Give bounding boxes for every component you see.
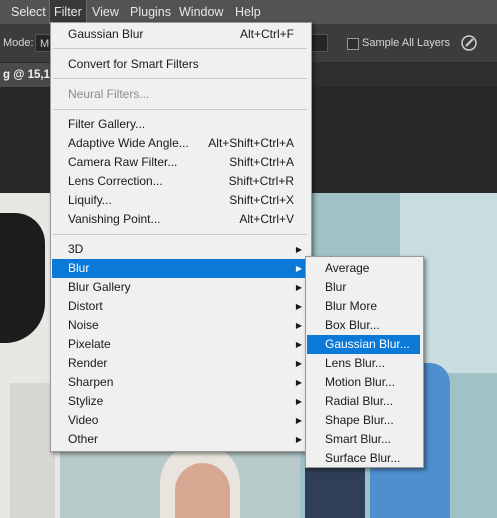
menu-item-gaussian-blur[interactable]: Gaussian Blur... — [307, 335, 420, 354]
submenu-arrow-icon: ▶ — [295, 378, 302, 387]
menu-item-lens-blur[interactable]: Lens Blur... — [307, 354, 420, 373]
menu-filter[interactable]: Filter — [49, 0, 87, 25]
menu-item-noise[interactable]: Noise ▶ — [52, 316, 308, 335]
menu-item-stylize[interactable]: Stylize ▶ — [52, 392, 308, 411]
menu-separator — [53, 78, 307, 79]
menu-separator — [53, 109, 307, 110]
menu-item-vanishing-point[interactable]: Vanishing Point... Alt+Ctrl+V — [52, 210, 308, 229]
menu-item-video[interactable]: Video ▶ — [52, 411, 308, 430]
menu-item-camera-raw-filter[interactable]: Camera Raw Filter... Shift+Ctrl+A — [52, 153, 308, 172]
menu-item-surface-blur[interactable]: Surface Blur... — [307, 449, 420, 468]
menu-help[interactable]: Help — [231, 0, 265, 24]
menu-item-sharpen[interactable]: Sharpen ▶ — [52, 373, 308, 392]
menu-item-box-blur[interactable]: Box Blur... — [307, 316, 420, 335]
menu-item-blur-simple[interactable]: Blur — [307, 278, 420, 297]
menu-item-pixelate[interactable]: Pixelate ▶ — [52, 335, 308, 354]
submenu-arrow-icon: ▶ — [295, 245, 302, 254]
menu-item-lens-correction[interactable]: Lens Correction... Shift+Ctrl+R — [52, 172, 308, 191]
menu-item-3d[interactable]: 3D ▶ — [52, 240, 308, 259]
menu-item-gaussian-blur-last[interactable]: Gaussian Blur Alt+Ctrl+F — [52, 25, 308, 44]
submenu-arrow-icon: ▶ — [295, 321, 302, 330]
submenu-arrow-icon: ▶ — [295, 435, 302, 444]
menu-item-filter-gallery[interactable]: Filter Gallery... — [52, 115, 308, 134]
document-tab[interactable]: g @ 15,1% — [0, 63, 52, 87]
menu-item-blur-gallery[interactable]: Blur Gallery ▶ — [52, 278, 308, 297]
submenu-arrow-icon: ▶ — [295, 340, 302, 349]
menu-plugins[interactable]: Plugins — [126, 0, 175, 24]
menu-separator — [53, 234, 307, 235]
menu-item-shape-blur[interactable]: Shape Blur... — [307, 411, 420, 430]
mode-label: Mode: — [3, 37, 34, 49]
menu-separator — [53, 48, 307, 49]
submenu-arrow-icon: ▶ — [295, 416, 302, 425]
submenu-arrow-icon: ▶ — [295, 302, 302, 311]
submenu-arrow-icon: ▶ — [295, 397, 302, 406]
menu-item-blur[interactable]: Blur ▶ — [52, 259, 308, 278]
menu-bar: Select Filter View Plugins Window Help — [0, 0, 497, 25]
menu-item-render[interactable]: Render ▶ — [52, 354, 308, 373]
menu-window[interactable]: Window — [175, 0, 227, 24]
menu-item-average[interactable]: Average — [307, 259, 420, 278]
submenu-arrow-icon: ▶ — [295, 359, 302, 368]
menu-item-blur-more[interactable]: Blur More — [307, 297, 420, 316]
blur-submenu: Average Blur Blur More Box Blur... Gauss… — [305, 256, 424, 468]
menu-item-motion-blur[interactable]: Motion Blur... — [307, 373, 420, 392]
sample-all-layers-checkbox[interactable] — [347, 38, 359, 50]
menu-item-liquify[interactable]: Liquify... Shift+Ctrl+X — [52, 191, 308, 210]
sample-all-layers-label: Sample All Layers — [362, 37, 451, 49]
menu-item-smart-blur[interactable]: Smart Blur... — [307, 430, 420, 449]
brush-settings-icon[interactable] — [460, 34, 478, 52]
menu-item-radial-blur[interactable]: Radial Blur... — [307, 392, 420, 411]
menu-item-other[interactable]: Other ▶ — [52, 430, 308, 449]
submenu-arrow-icon: ▶ — [295, 283, 302, 292]
filter-menu: Gaussian Blur Alt+Ctrl+F Convert for Sma… — [50, 22, 312, 452]
menu-item-adaptive-wide-angle[interactable]: Adaptive Wide Angle... Alt+Shift+Ctrl+A — [52, 134, 308, 153]
menu-select[interactable]: Select — [7, 0, 50, 24]
menu-item-neural-filters: Neural Filters... — [68, 87, 150, 101]
submenu-arrow-icon: ▶ — [295, 264, 302, 273]
menu-view[interactable]: View — [88, 0, 123, 24]
menu-item-convert-smart-filters[interactable]: Convert for Smart Filters — [52, 55, 308, 74]
menu-item-distort[interactable]: Distort ▶ — [52, 297, 308, 316]
